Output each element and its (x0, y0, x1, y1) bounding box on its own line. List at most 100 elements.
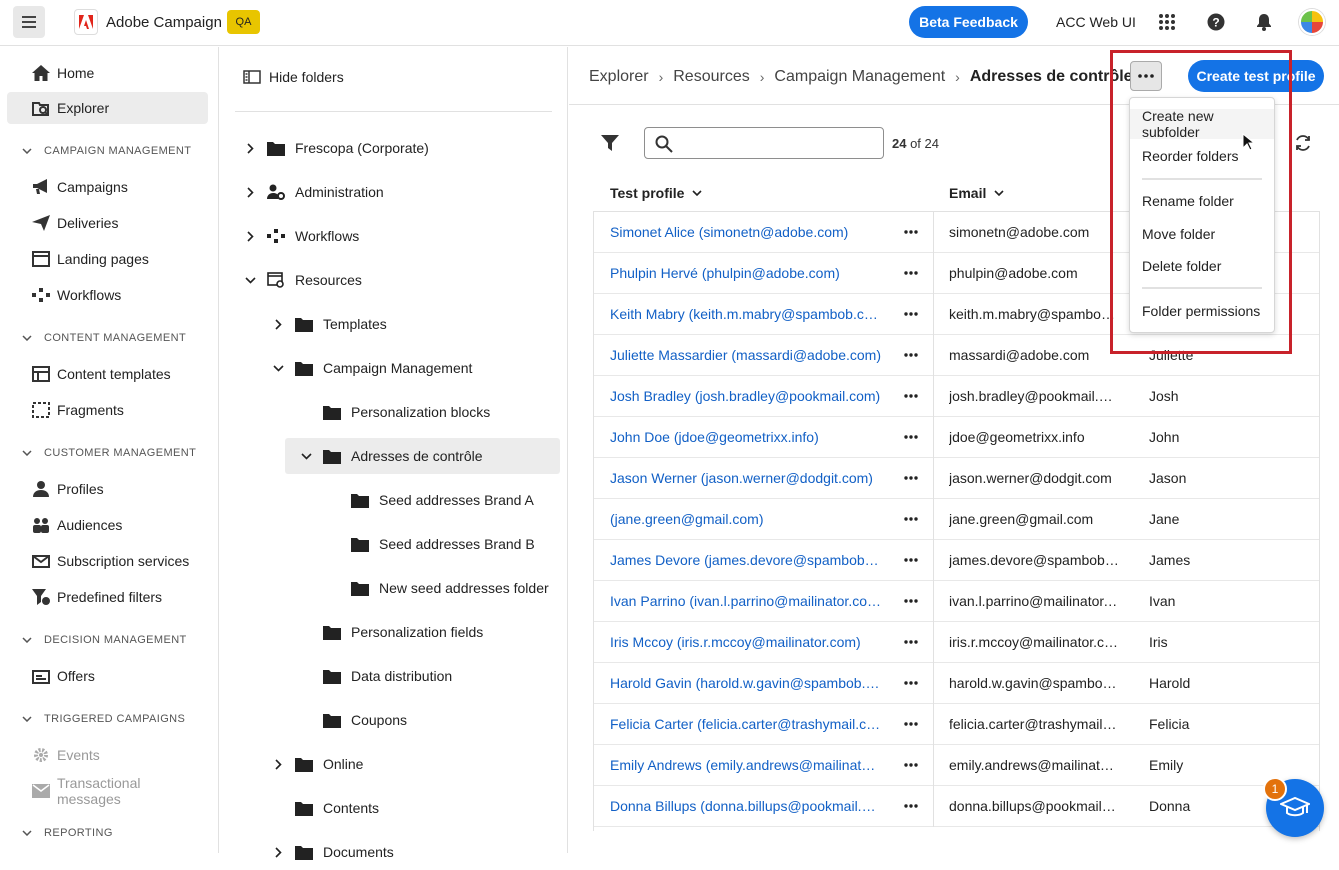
chevron-right-icon[interactable] (243, 142, 257, 154)
row-more-icon[interactable] (900, 509, 922, 529)
filter-icon[interactable] (601, 134, 619, 155)
tree-node-campaign-management[interactable]: Campaign Management (271, 350, 472, 386)
nav-landing-pages[interactable]: Landing pages (7, 243, 208, 275)
nav-explorer[interactable]: Explorer (7, 92, 208, 124)
breadcrumb-campaign-management[interactable]: Campaign Management (774, 68, 945, 86)
apps-grid-icon[interactable] (1156, 11, 1178, 33)
table-row[interactable]: Ivan Parrino (ivan.l.parrino@mailinator.… (594, 581, 1319, 622)
nav-deliveries[interactable]: Deliveries (7, 207, 208, 239)
row-more-icon[interactable] (900, 345, 922, 365)
table-row[interactable]: Iris Mccoy (iris.r.mccoy@mailinator.com)… (594, 622, 1319, 663)
row-more-icon[interactable] (900, 427, 922, 447)
test-profile-link[interactable]: Simonet Alice (simonetn@adobe.com) (610, 224, 882, 240)
nav-section-reporting[interactable]: REPORTING (22, 823, 113, 843)
row-more-icon[interactable] (900, 222, 922, 242)
menu-item-move-folder[interactable]: Move folder (1130, 219, 1274, 249)
row-more-icon[interactable] (900, 755, 922, 775)
nav-predefined-filters[interactable]: Predefined filters (7, 581, 208, 613)
nav-home[interactable]: Home (7, 57, 208, 89)
table-row[interactable]: (jane.green@gmail.com) jane.green@gmail.c… (594, 499, 1319, 540)
table-row[interactable]: Harold Gavin (harold.w.gavin@spambob.com… (594, 663, 1319, 704)
test-profile-link[interactable]: (jane.green@gmail.com) (610, 511, 882, 527)
nav-fragments[interactable]: Fragments (7, 394, 208, 426)
row-more-icon[interactable] (900, 550, 922, 570)
tree-node-resources[interactable]: Resources (243, 262, 362, 298)
test-profile-link[interactable]: Felicia Carter (felicia.carter@trashymai… (610, 716, 882, 732)
row-more-icon[interactable] (900, 796, 922, 816)
table-row[interactable]: Donna Billups (donna.billups@pookmail.co… (594, 786, 1319, 827)
menu-item-delete-folder[interactable]: Delete folder (1130, 251, 1274, 281)
row-more-icon[interactable] (900, 468, 922, 488)
nav-section-decision-management[interactable]: DECISION MANAGEMENT (22, 630, 187, 650)
tree-node-personalization-blocks[interactable]: Personalization blocks (299, 394, 490, 430)
tree-node-adresses[interactable]: Adresses de contrôle (285, 438, 560, 474)
hide-folders-button[interactable]: Hide folders (243, 69, 344, 85)
tree-node-seed-b[interactable]: Seed addresses Brand B (327, 526, 535, 562)
chevron-down-icon[interactable] (243, 276, 257, 284)
tree-node-workflows[interactable]: Workflows (243, 218, 359, 254)
nav-section-campaign-management[interactable]: CAMPAIGN MANAGEMENT (22, 141, 191, 161)
test-profile-link[interactable]: Juliette Massardier (massardi@adobe.com) (610, 347, 882, 363)
test-profile-link[interactable]: Harold Gavin (harold.w.gavin@spambob.com… (610, 675, 882, 691)
nav-section-content-management[interactable]: CONTENT MANAGEMENT (22, 328, 186, 348)
chevron-right-icon[interactable] (271, 846, 285, 858)
beta-feedback-button[interactable]: Beta Feedback (909, 6, 1028, 38)
test-profile-link[interactable]: James Devore (james.devore@spambob.com) (610, 552, 882, 568)
chevron-down-icon[interactable] (271, 364, 285, 372)
test-profile-link[interactable]: Emily Andrews (emily.andrews@mailinator.… (610, 757, 882, 773)
chevron-right-icon[interactable] (271, 758, 285, 770)
tree-node-coupons[interactable]: Coupons (299, 702, 407, 738)
breadcrumb-explorer[interactable]: Explorer (589, 68, 649, 86)
row-more-icon[interactable] (900, 386, 922, 406)
nav-subscription-services[interactable]: Subscription services (7, 545, 208, 577)
breadcrumb-resources[interactable]: Resources (673, 68, 749, 86)
tree-node-administration[interactable]: Administration (243, 174, 384, 210)
row-more-icon[interactable] (900, 673, 922, 693)
tree-node-personalization-fields[interactable]: Personalization fields (299, 614, 483, 650)
search-input[interactable] (644, 127, 884, 159)
refresh-icon[interactable] (1294, 134, 1312, 155)
tree-node-data-distribution[interactable]: Data distribution (299, 658, 452, 694)
tree-node-new-seed[interactable]: New seed addresses folder (327, 570, 549, 606)
row-more-icon[interactable] (900, 714, 922, 734)
menu-icon[interactable] (13, 6, 45, 38)
chevron-right-icon[interactable] (271, 318, 285, 330)
tree-node-contents[interactable]: Contents (271, 790, 379, 826)
avatar[interactable] (1299, 9, 1325, 35)
test-profile-link[interactable]: John Doe (jdoe@geometrixx.info) (610, 429, 882, 445)
column-header-email[interactable]: Email (949, 185, 1004, 201)
table-row[interactable]: James Devore (james.devore@spambob.com) j… (594, 540, 1319, 581)
row-more-icon[interactable] (900, 304, 922, 324)
nav-content-templates[interactable]: Content templates (7, 358, 208, 390)
table-row[interactable]: Jason Werner (jason.werner@dodgit.com) ja… (594, 458, 1319, 499)
nav-events[interactable]: Events (7, 739, 208, 771)
menu-item-folder-permissions[interactable]: Folder permissions (1130, 296, 1274, 326)
table-row[interactable]: Felicia Carter (felicia.carter@trashymai… (594, 704, 1319, 745)
row-more-icon[interactable] (900, 591, 922, 611)
tree-node-frescopa[interactable]: Frescopa (Corporate) (243, 130, 429, 166)
column-header-test-profile[interactable]: Test profile (610, 185, 702, 201)
acc-web-ui-link[interactable]: ACC Web UI (1056, 14, 1136, 30)
test-profile-link[interactable]: Keith Mabry (keith.m.mabry@spambob.com) (610, 306, 882, 322)
adobe-logo-icon[interactable] (74, 9, 98, 35)
notifications-icon[interactable] (1253, 11, 1275, 33)
table-row[interactable]: Josh Bradley (josh.bradley@pookmail.com)… (594, 376, 1319, 417)
tree-node-templates[interactable]: Templates (271, 306, 387, 342)
tree-node-online[interactable]: Online (271, 746, 363, 782)
nav-campaigns[interactable]: Campaigns (7, 171, 208, 203)
chevron-right-icon[interactable] (243, 230, 257, 242)
test-profile-link[interactable]: Ivan Parrino (ivan.l.parrino@mailinator.… (610, 593, 882, 609)
table-row[interactable]: John Doe (jdoe@geometrixx.info) jdoe@geom… (594, 417, 1319, 458)
test-profile-link[interactable]: Phulpin Hervé (phulpin@adobe.com) (610, 265, 882, 281)
menu-item-rename-folder[interactable]: Rename folder (1130, 186, 1274, 216)
app-name[interactable]: Adobe Campaign (106, 14, 222, 31)
tree-node-seed-a[interactable]: Seed addresses Brand A (327, 482, 534, 518)
nav-offers[interactable]: Offers (7, 660, 208, 692)
nav-workflows[interactable]: Workflows (7, 279, 208, 311)
test-profile-link[interactable]: Josh Bradley (josh.bradley@pookmail.com) (610, 388, 882, 404)
nav-audiences[interactable]: Audiences (7, 509, 208, 541)
table-row[interactable]: Emily Andrews (emily.andrews@mailinator.… (594, 745, 1319, 786)
chevron-down-icon[interactable] (299, 452, 313, 460)
test-profile-link[interactable]: Donna Billups (donna.billups@pookmail.co… (610, 798, 882, 814)
test-profile-link[interactable]: Jason Werner (jason.werner@dodgit.com) (610, 470, 882, 486)
